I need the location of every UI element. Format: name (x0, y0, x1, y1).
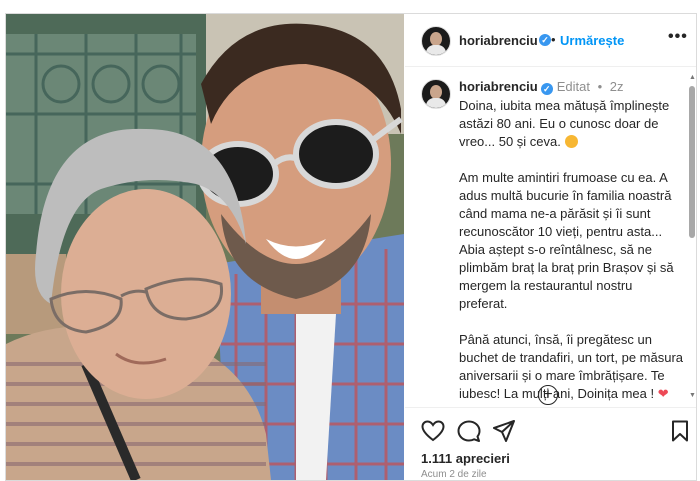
comment-icon[interactable] (457, 420, 481, 447)
bookmark-icon[interactable] (671, 420, 689, 447)
more-options-icon[interactable]: ••• (668, 28, 688, 46)
likes-count[interactable]: 1.111 aprecieri (421, 451, 510, 466)
comments-scrollbar[interactable]: ▲ ▼ (689, 74, 696, 404)
share-icon[interactable] (493, 420, 515, 447)
caption-meta: horiabrenciu ✓ Editat • 2z (459, 79, 624, 95)
edited-label: Editat (556, 79, 590, 94)
heart-icon[interactable] (421, 420, 445, 447)
caption-paragraph-3: Până atunci, însă, îi pregătesc un buche… (459, 332, 684, 401)
post-actions: 1.111 aprecieri Acum 2 de zile (405, 407, 696, 481)
caption-username[interactable]: horiabrenciu (459, 79, 538, 94)
caption-avatar[interactable] (421, 79, 451, 109)
laughing-emoji-icon (564, 135, 578, 148)
caption-paragraph-2: Am multe amintiri frumoase cu ea. A adus… (459, 170, 674, 311)
verified-badge-icon: ✓ (539, 34, 551, 46)
post-dialog: horiabrenciu ✓ • Urmărește ••• horiabren… (5, 13, 697, 481)
comments-section: horiabrenciu ✓ Editat • 2z Doina, iubita m… (405, 67, 696, 407)
scroll-thumb[interactable] (689, 86, 695, 238)
selfie-image (6, 14, 404, 480)
avatar[interactable] (421, 26, 451, 56)
author-username[interactable]: horiabrenciu (459, 33, 538, 48)
heart-emoji-icon: ❤ (657, 386, 669, 401)
verified-badge-icon: ✓ (540, 83, 553, 95)
post-time-short[interactable]: 2z (610, 79, 624, 94)
post-header: horiabrenciu ✓ • Urmărește ••• (405, 14, 696, 67)
follow-button[interactable]: Urmărește (560, 33, 624, 48)
scroll-up-arrow-icon[interactable]: ▲ (689, 74, 696, 81)
post-photo[interactable] (6, 14, 404, 480)
add-circle-icon[interactable]: + (538, 385, 558, 405)
scroll-down-arrow-icon[interactable]: ▼ (689, 392, 696, 399)
separator-dot: • (551, 32, 556, 47)
post-details-panel: horiabrenciu ✓ • Urmărește ••• horiabren… (405, 14, 696, 480)
post-timestamp[interactable]: Acum 2 de zile (421, 469, 487, 480)
post-caption: Doina, iubita mea mătușă împlinește astă… (459, 97, 684, 407)
